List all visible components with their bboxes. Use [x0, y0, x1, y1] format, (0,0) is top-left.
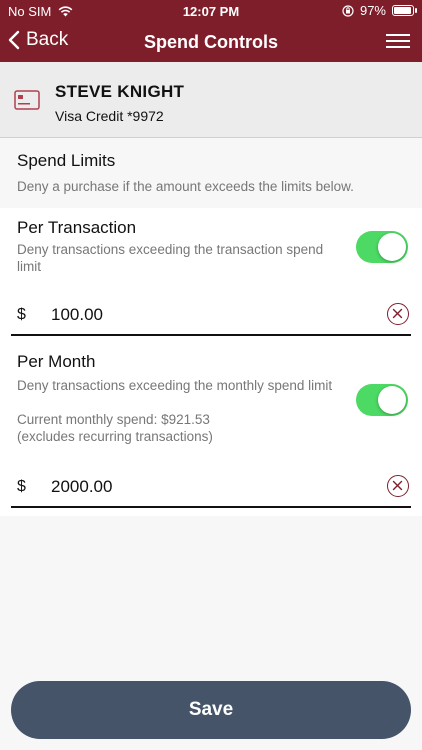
- status-right: 97%: [342, 3, 417, 18]
- recurring-note: (excludes recurring transactions): [17, 429, 213, 444]
- app-header: No SIM 12:07 PM 97% Back Spend Controls: [0, 0, 422, 62]
- per-month-description: Deny transactions exceeding the monthly …: [17, 378, 333, 393]
- per-transaction-section: Per Transaction Deny transactions exceed…: [0, 208, 422, 342]
- per-month-toggle[interactable]: [356, 384, 408, 416]
- spend-limits-header: Spend Limits Deny a purchase if the amou…: [0, 138, 422, 208]
- save-button[interactable]: Save: [11, 681, 411, 739]
- current-monthly-spend: Current monthly spend: $921.53: [17, 412, 210, 427]
- per-transaction-toggle[interactable]: [356, 231, 408, 263]
- currency-symbol: $: [17, 478, 26, 495]
- per-transaction-amount-input[interactable]: [51, 305, 351, 325]
- credit-card-icon: [14, 90, 40, 110]
- per-month-title: Per Month: [17, 352, 96, 371]
- per-month-section: Per Month Deny transactions exceeding th…: [0, 342, 422, 516]
- page-title: Spend Controls: [144, 32, 278, 52]
- battery-icon: [392, 5, 417, 16]
- per-transaction-title: Per Transaction: [17, 218, 137, 237]
- card-holder-name: STEVE KNIGHT: [55, 82, 185, 101]
- menu-icon[interactable]: [386, 34, 410, 50]
- nav-bar: Back Spend Controls: [0, 22, 422, 62]
- per-month-amount-input[interactable]: [51, 477, 351, 497]
- spend-limits-title: Spend Limits: [17, 151, 116, 170]
- clear-icon[interactable]: [387, 475, 409, 497]
- spend-limits-description: Deny a purchase if the amount exceeds th…: [17, 179, 354, 194]
- status-bar: No SIM 12:07 PM 97%: [0, 0, 422, 22]
- battery-percent: 97%: [359, 3, 386, 18]
- per-transaction-amount-row: $: [11, 296, 411, 336]
- per-transaction-description: Deny transactions exceeding the transact…: [17, 242, 324, 274]
- per-month-amount-row: $: [11, 468, 411, 508]
- card-description: Visa Credit *9972: [55, 108, 164, 124]
- clear-icon[interactable]: [387, 303, 409, 325]
- card-summary: STEVE KNIGHT Visa Credit *9972: [0, 62, 422, 138]
- currency-symbol: $: [17, 306, 26, 323]
- orientation-lock-icon: [342, 4, 354, 17]
